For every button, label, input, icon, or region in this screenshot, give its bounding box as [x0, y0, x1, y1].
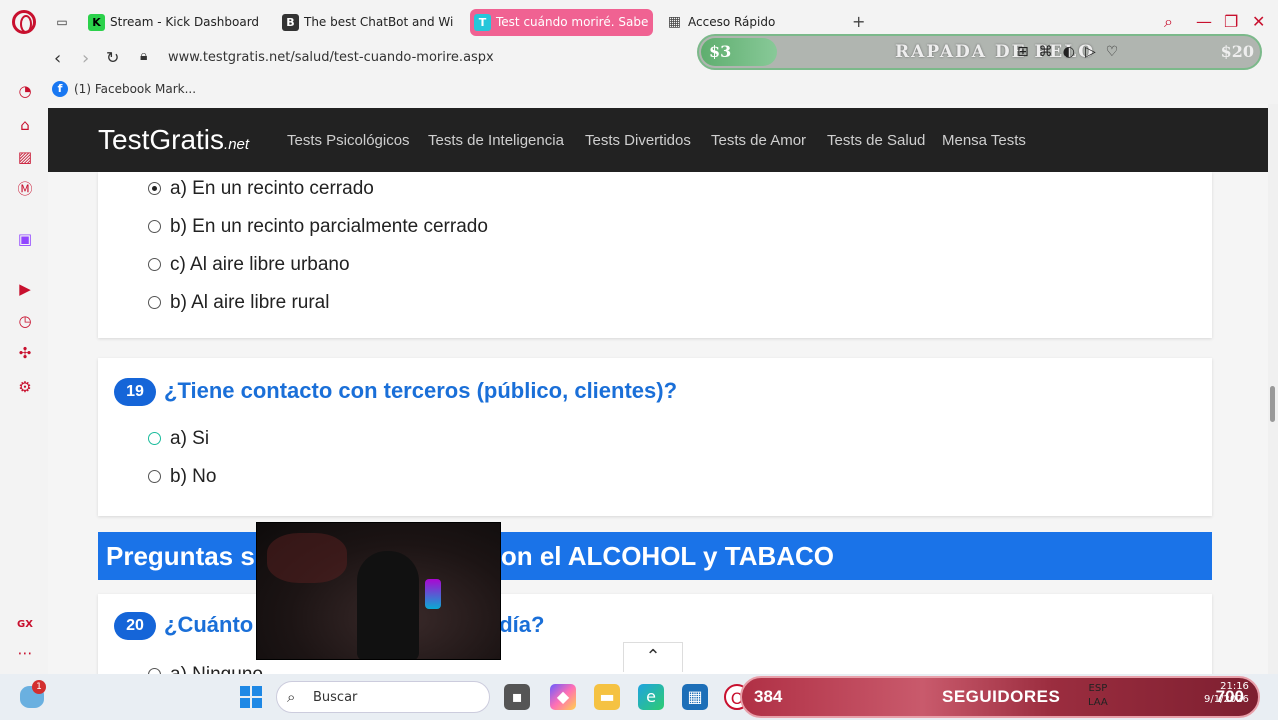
- chatbot-icon: B: [282, 14, 299, 31]
- question-text: ¿Tiene contacto con terceros (público, c…: [164, 378, 678, 403]
- followers-label: SEGUIDORES: [942, 687, 1061, 706]
- reload-icon[interactable]: ↻: [106, 48, 119, 67]
- webcam-overlay: [256, 522, 501, 660]
- copilot-icon[interactable]: ◆: [550, 684, 576, 710]
- web-page: TestGratis.net Tests Psicológicos Tests …: [48, 104, 1268, 674]
- kick-icon: K: [88, 14, 105, 31]
- radio-button[interactable]: [148, 432, 161, 445]
- notification-badge: 1: [32, 680, 46, 694]
- nav-tests-divertidos[interactable]: Tests Divertidos: [585, 132, 691, 149]
- radio-button[interactable]: [148, 470, 161, 483]
- scroll-to-top-button[interactable]: ⌃: [623, 642, 683, 672]
- new-tab-icon[interactable]: +: [852, 12, 865, 31]
- nav-tests-amor[interactable]: Tests de Amor: [711, 132, 806, 149]
- question-card: 19 ¿Tiene contacto con terceros (público…: [98, 358, 1212, 516]
- tab-kick-dashboard[interactable]: K Stream - Kick Dashboard: [84, 9, 274, 36]
- goal-amount: $20: [1220, 42, 1254, 61]
- edge-icon[interactable]: e: [638, 684, 664, 710]
- followers-count: 384: [754, 687, 783, 706]
- extensions-icon[interactable]: ✣: [16, 344, 34, 362]
- lock-icon: 🔒︎: [140, 48, 148, 64]
- nav-mensa-tests[interactable]: Mensa Tests: [942, 132, 1026, 149]
- news-icon[interactable]: ▨: [16, 148, 34, 166]
- site-navbar: TestGratis.net Tests Psicológicos Tests …: [48, 108, 1268, 172]
- radio-button[interactable]: [148, 258, 161, 271]
- question-number-badge: 20: [114, 612, 156, 640]
- tab-acceso-rapido[interactable]: ▦ Acceso Rápido: [662, 9, 842, 36]
- followers-goal-bar: 384 SEGUIDORES ESP LAA 21:16 9/1/2026 700: [740, 676, 1260, 718]
- testgratis-icon: T: [474, 14, 491, 31]
- nav-tests-salud[interactable]: Tests de Salud: [827, 132, 925, 149]
- radio-button[interactable]: [148, 182, 161, 195]
- question-number-badge: 19: [114, 378, 156, 406]
- settings-icon[interactable]: ⚙: [16, 378, 34, 396]
- bookmarks-bar: f (1) Facebook Mark...: [0, 76, 1278, 104]
- bookmark-facebook[interactable]: (1) Facebook Mark...: [74, 82, 196, 96]
- forward-icon[interactable]: ›: [82, 48, 89, 69]
- question-card: a) En un recinto cerrado b) En un recint…: [98, 172, 1212, 338]
- radio-button[interactable]: [148, 220, 161, 233]
- stream-goal-overlay: $3 RAPADA DE PELO ⊞⌘◐▷♡ $20: [697, 34, 1262, 70]
- nav-tests-inteligencia[interactable]: Tests de Inteligencia: [428, 132, 564, 149]
- streamer-figure: [357, 551, 419, 659]
- opera-sidebar: ◔ ⌂ ▨ Ⓜ ▣ ▶ ◷ ✣ ⚙ GX ⋯: [0, 44, 48, 674]
- radio-button[interactable]: [148, 296, 161, 309]
- search-icon: ⌕: [287, 688, 296, 706]
- more-icon[interactable]: ⋯: [16, 644, 34, 662]
- close-icon[interactable]: ✕: [1252, 12, 1265, 31]
- followers-goal: 700: [1215, 687, 1244, 706]
- task-view-icon[interactable]: ▪: [504, 684, 530, 710]
- shop-icon[interactable]: ⌂: [16, 116, 34, 134]
- gx-icon[interactable]: GX: [16, 616, 34, 634]
- tab-island-icon[interactable]: ▭: [54, 15, 70, 29]
- twitch-icon[interactable]: ▣: [16, 230, 34, 248]
- tab-test-cuando-morire[interactable]: T Test cuándo moriré. Sabe: [470, 9, 653, 36]
- nav-tests-psicologicos[interactable]: Tests Psicológicos: [287, 132, 410, 149]
- page-scrollbar[interactable]: [1268, 104, 1278, 674]
- taskbar-search[interactable]: ⌕ Buscar: [276, 681, 490, 713]
- tab-label: Acceso Rápido: [688, 15, 776, 29]
- store-icon[interactable]: ▦: [682, 684, 708, 710]
- back-icon[interactable]: ‹: [54, 48, 61, 69]
- maximize-icon[interactable]: ❐: [1224, 12, 1238, 31]
- tab-label: The best ChatBot and Wid: [304, 15, 454, 29]
- language-indicator[interactable]: ESP LAA: [1088, 682, 1108, 710]
- url-field[interactable]: www.testgratis.net/salud/test-cuando-mor…: [168, 50, 494, 65]
- opera-logo-icon[interactable]: [12, 10, 36, 34]
- facebook-icon: f: [52, 81, 68, 97]
- file-explorer-icon[interactable]: ▬: [594, 684, 620, 710]
- messenger-icon[interactable]: Ⓜ: [16, 180, 34, 198]
- scrollbar-thumb[interactable]: [1270, 386, 1275, 422]
- windows-start-icon[interactable]: [240, 686, 262, 708]
- history-icon[interactable]: ◷: [16, 312, 34, 330]
- player-icon[interactable]: ▶: [16, 280, 34, 298]
- tab-label: Stream - Kick Dashboard: [110, 15, 260, 29]
- search-tabs-icon[interactable]: ⌕: [1164, 12, 1173, 32]
- tab-label: Test cuándo moriré. Sabe: [496, 15, 649, 29]
- tab-chatbot[interactable]: B The best ChatBot and Wid: [278, 9, 454, 36]
- goal-progress-pill: $3: [701, 38, 777, 66]
- minimize-icon[interactable]: —: [1196, 12, 1212, 31]
- site-logo[interactable]: TestGratis.net: [98, 124, 249, 156]
- grid-icon: ▦: [667, 14, 682, 30]
- toolbar-icons[interactable]: ⊞⌘◐▷♡: [1017, 44, 1128, 60]
- speed-dial-icon[interactable]: ◔: [16, 82, 34, 100]
